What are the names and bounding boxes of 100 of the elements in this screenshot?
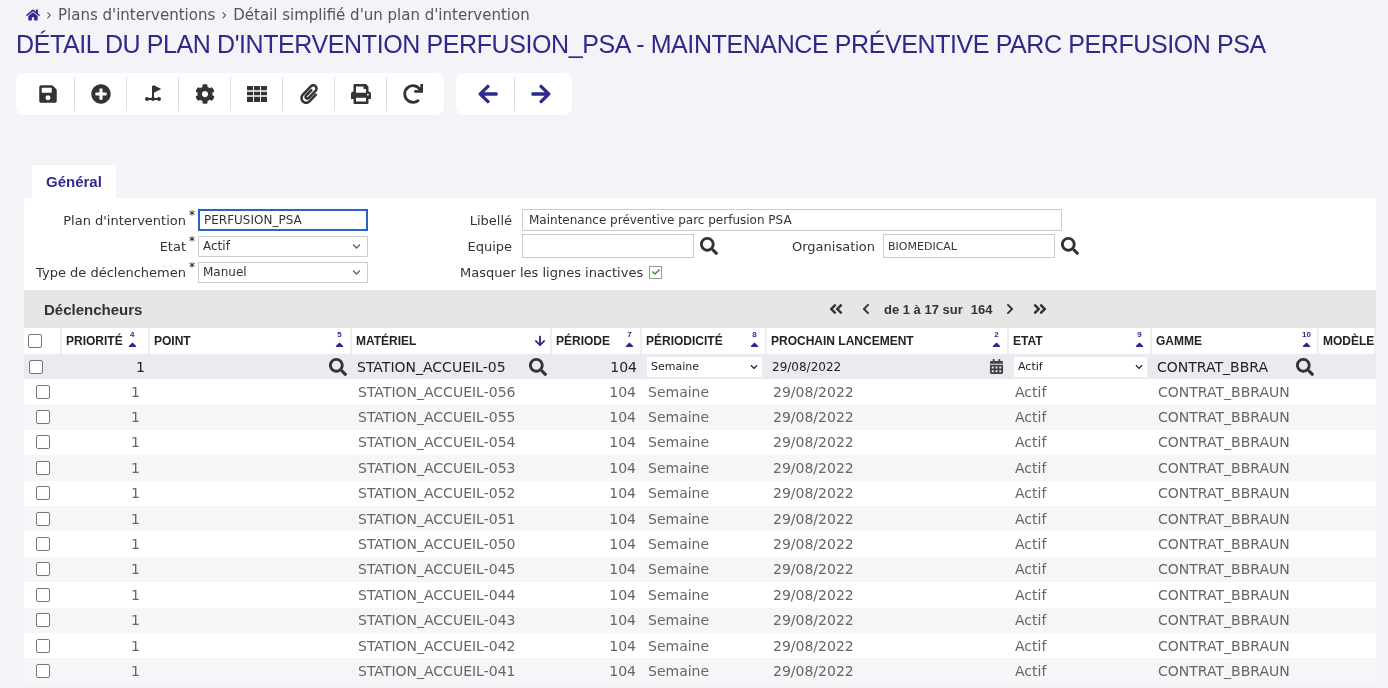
table-cell-text: 1 [131, 561, 141, 578]
home-icon[interactable] [26, 8, 40, 22]
table-cell: CONTRAT_BBRAUN [1158, 612, 1290, 629]
table-cell: Semaine [648, 485, 710, 502]
pager-total: 164 [970, 301, 993, 317]
table-cell: 29/08/2022 [773, 536, 854, 553]
table-cell: STATION_ACCUEIL-051 [358, 510, 516, 527]
checkbox[interactable] [29, 359, 43, 374]
checkbox[interactable] [28, 334, 42, 348]
search-icon[interactable] [529, 357, 547, 376]
page-title: DÉTAIL DU PLAN D'INTERVENTION PERFUSION_PSA - MAINTENANCE PRÉVENTIVE PARC PERFUSION PSA [16, 30, 1267, 59]
required-mark: * [188, 234, 196, 248]
table-cell-text: 1 [131, 383, 141, 400]
checkbox[interactable] [36, 562, 50, 577]
table-cell: Actif [1015, 612, 1047, 629]
input-field[interactable] [522, 234, 694, 258]
checkbox[interactable] [36, 486, 50, 501]
search-icon[interactable] [329, 357, 347, 376]
chevron-down-icon [750, 362, 758, 371]
sort-indicator[interactable]: 7 [623, 331, 636, 351]
table-cell: Semaine [648, 663, 710, 679]
sort-indicator[interactable]: 4 [125, 331, 139, 351]
table-cell: 104 [609, 663, 636, 679]
table-cell: 104 [609, 612, 636, 629]
checkbox[interactable] [36, 435, 50, 450]
required-mark: * [188, 260, 196, 274]
checkbox[interactable] [36, 587, 50, 602]
checkbox[interactable] [36, 410, 50, 425]
table-cell: CONTRAT_BBRAUN [1158, 383, 1290, 400]
sort-indicator[interactable]: 10 [1300, 331, 1313, 351]
required-mark: * [188, 208, 196, 222]
table-cell: Semaine [648, 561, 710, 578]
table-cell: CONTRAT_BBRAUN [1158, 637, 1290, 654]
checkbox[interactable] [36, 384, 50, 399]
select-field[interactable]: Manuel [198, 261, 368, 283]
search-icon[interactable] [1296, 357, 1314, 376]
sort-indicator[interactable]: 8 [748, 331, 761, 351]
sort-arrow-icon[interactable] [534, 335, 546, 347]
sort-indicator[interactable]: 2 [990, 331, 1003, 351]
table-cell-text: 1 [131, 459, 141, 476]
input-field[interactable]: BIOMEDICAL [883, 234, 1056, 258]
table-cell: 104 [609, 409, 636, 426]
sort-indicator[interactable]: 5 [333, 331, 346, 351]
section-title: Déclencheurs [44, 300, 144, 318]
checkbox[interactable] [36, 613, 50, 628]
checkbox[interactable] [36, 664, 50, 678]
checkbox[interactable] [36, 460, 50, 475]
flag-nodes-icon [142, 84, 163, 104]
input-field[interactable]: PERFUSION_PSA [198, 209, 368, 231]
checkbox[interactable] [649, 265, 663, 279]
settings-icon [194, 84, 215, 104]
table-cell: 29/08/2022 [773, 637, 854, 654]
table-cell: Semaine [648, 409, 710, 426]
sort-indicator[interactable]: 9 [1133, 331, 1146, 351]
select-field[interactable]: Semaine [647, 356, 762, 377]
input-field[interactable]: Maintenance préventive parc perfusion PSA [522, 209, 1062, 231]
table-cell: Actif [1015, 383, 1047, 400]
select-field[interactable]: Actif [198, 235, 368, 257]
table-cell: 29/08/2022 [773, 459, 854, 476]
table-cell: 29/08/2022 [773, 663, 854, 679]
table-cell-text: 1 [131, 510, 141, 527]
chevron-left-icon [860, 303, 872, 315]
table-cell: CONTRAT_BBRAUN [1158, 586, 1290, 603]
select-field[interactable]: Actif [1014, 356, 1147, 377]
checkbox[interactable] [36, 638, 50, 653]
table-cell: Semaine [648, 586, 710, 603]
table-cell: Semaine [648, 536, 710, 553]
search-icon[interactable] [700, 237, 718, 255]
table-cell: 29/08/2022 [773, 510, 854, 527]
table-cell-text: 1 [131, 409, 141, 426]
table-cell: CONTRAT_BBRAUN [1158, 459, 1290, 476]
table-cell: Actif [1015, 663, 1047, 679]
table-cell: 29/08/2022 [773, 409, 854, 426]
table-cell: 29/08/2022 [773, 434, 854, 451]
checkbox[interactable] [36, 537, 50, 552]
table-cell: CONTRAT_BBRAUN [1158, 536, 1290, 553]
field-label: Equipe [466, 238, 513, 254]
table-cell: Semaine [648, 383, 710, 400]
chevron-icon [352, 241, 361, 251]
search-icon[interactable] [1061, 237, 1080, 255]
table-cell: 104 [609, 561, 636, 578]
tab[interactable]: Général [32, 165, 116, 198]
filter-cell[interactable]: 1 [62, 354, 150, 379]
table-cell: STATION_ACCUEIL-045 [358, 561, 516, 578]
breadcrumb-link[interactable]: Plans d'interventions [58, 6, 216, 24]
table-cell: CONTRAT_BBRAUN [1158, 663, 1290, 679]
chevron-down-icon [1135, 362, 1143, 371]
field-label: Organisation [792, 238, 876, 254]
table-cell: 104 [609, 383, 636, 400]
double-chevron-right-icon [1032, 301, 1049, 317]
calendar-icon[interactable] [989, 359, 1004, 374]
table-cell: Semaine [648, 510, 710, 527]
table-cell: Actif [1015, 434, 1047, 451]
table-cell: Actif [1015, 510, 1047, 527]
table-cell: CONTRAT_BBRAUN [1158, 485, 1290, 502]
table-cell: 104 [609, 586, 636, 603]
arrow-right-icon [529, 83, 552, 105]
table-cell-text: 1 [131, 663, 141, 679]
table-cell: STATION_ACCUEIL-044 [358, 586, 516, 603]
checkbox[interactable] [36, 511, 50, 526]
